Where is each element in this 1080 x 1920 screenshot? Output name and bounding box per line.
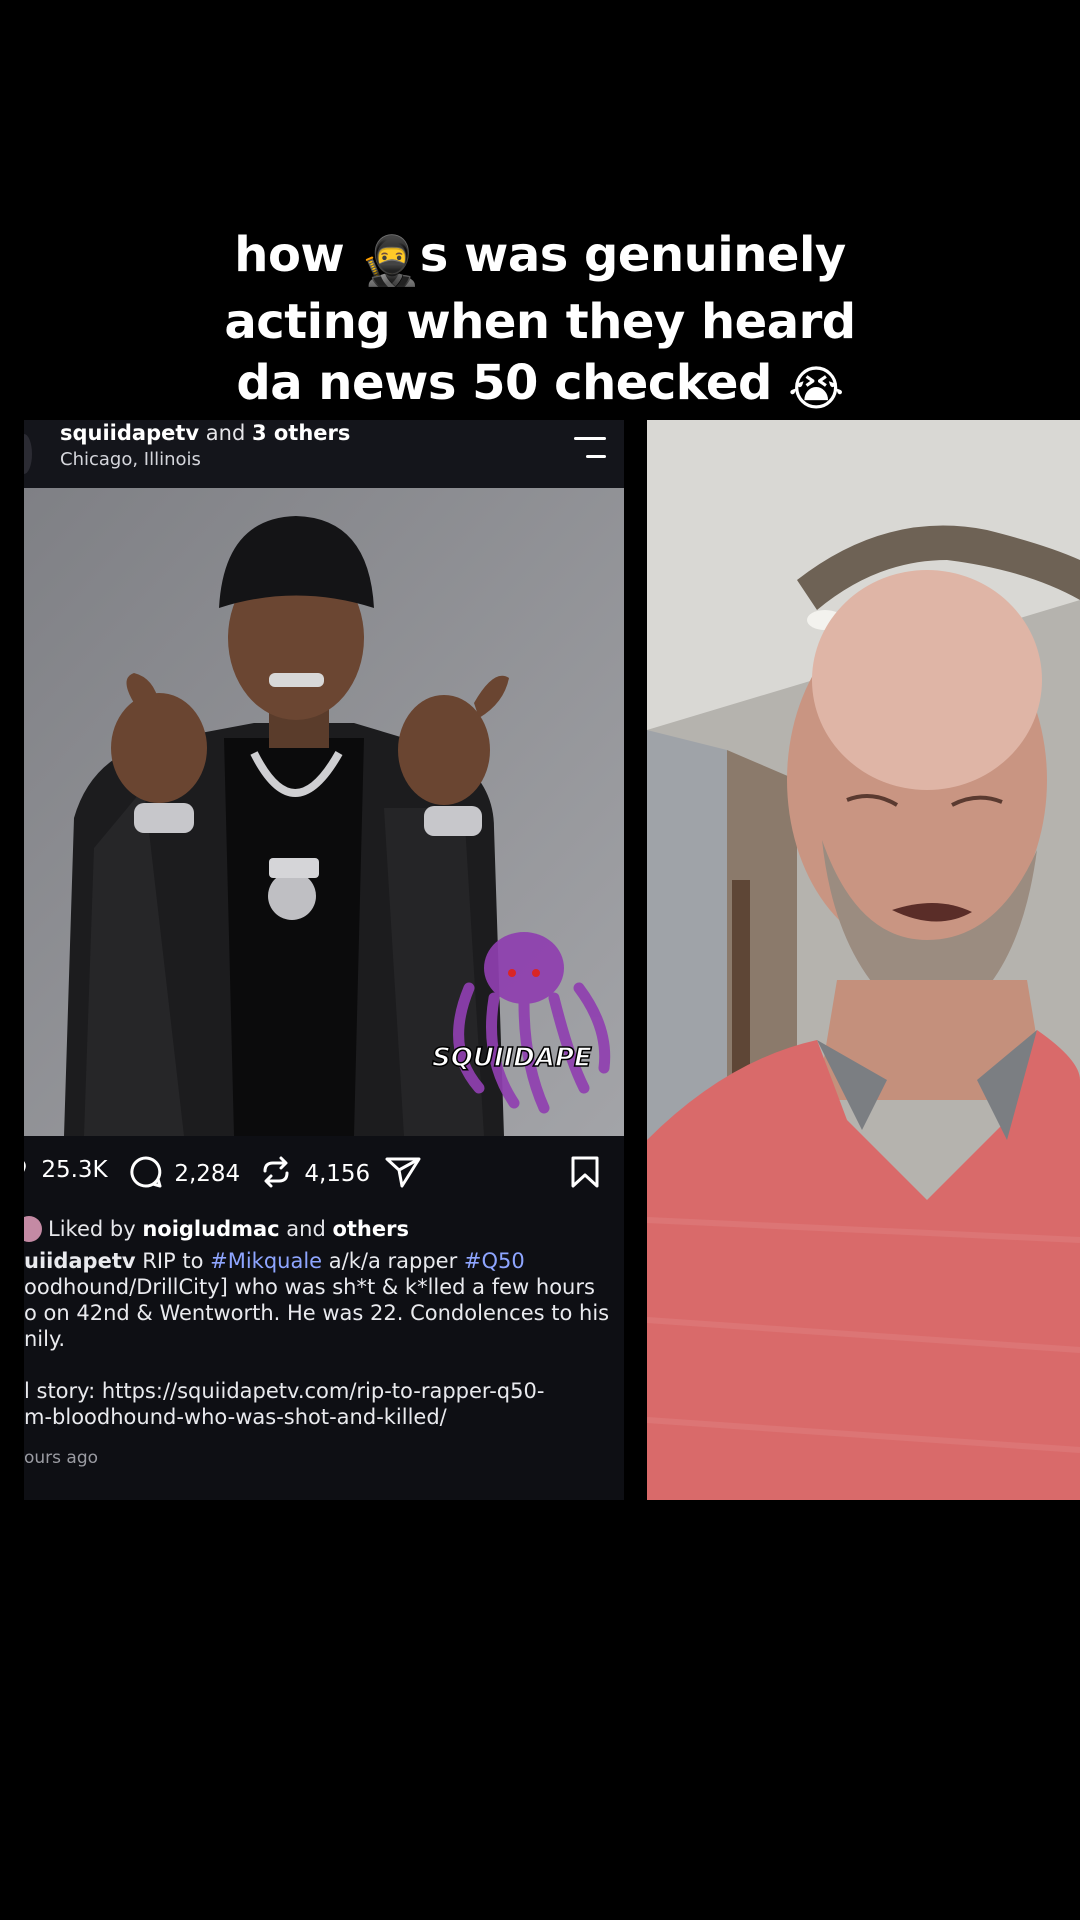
crying-emoji-icon: 😭 [788, 361, 844, 417]
caption-username[interactable]: uiidapetv [24, 1249, 136, 1273]
instagram-post-screenshot: squiidapetv and 3 others Chicago, Illino… [24, 420, 624, 1500]
menu-icon[interactable] [572, 435, 606, 461]
like-action[interactable]: 25.3K [24, 1155, 108, 1183]
post-actions: 25.3K 2,284 4,156 [24, 1140, 624, 1210]
caption-line-1: how 🥷s was genuinely [0, 225, 1080, 292]
avatar[interactable] [24, 434, 32, 474]
post-header: squiidapetv and 3 others Chicago, Illino… [24, 420, 624, 488]
reaction-video-frame[interactable] [647, 420, 1080, 1500]
share-icon[interactable] [384, 1155, 422, 1195]
collaborators[interactable]: 3 others [252, 421, 350, 445]
story-link-cont[interactable]: m-bloodhound-who-was-shot-and-killed/ [24, 1404, 624, 1430]
comment-count: 2,284 [174, 1161, 241, 1187]
caption-line-2: acting when they heard [224, 294, 856, 350]
story-link[interactable]: l story: https://squiidapetv.com/rip-to-… [24, 1378, 624, 1404]
liked-by-line[interactable]: Liked by noigludmac and others [24, 1216, 409, 1242]
liker-avatar [24, 1216, 42, 1242]
bookmark-icon[interactable] [570, 1155, 600, 1195]
repost-icon[interactable] [259, 1155, 293, 1189]
post-photo[interactable]: SQUIIDAPE [24, 488, 624, 1136]
hashtag-q50[interactable]: #Q50 [464, 1249, 525, 1273]
comment-action[interactable]: 2,284 [129, 1155, 240, 1189]
post-caption: uiidapetv RIP to #Mikquale a/k/a rapper … [24, 1248, 624, 1430]
ninja-emoji-icon: 🥷 [360, 233, 420, 289]
hashtag-mikquale[interactable]: #Mikquale [210, 1249, 322, 1273]
heart-icon[interactable] [24, 1155, 30, 1181]
watermark-text: SQUIIDAPE [431, 1042, 592, 1074]
video-caption: how 🥷s was genuinely acting when they he… [0, 225, 1080, 420]
repost-count: 4,156 [304, 1161, 371, 1187]
repost-action[interactable]: 4,156 [259, 1155, 370, 1189]
caption-line-3: da news 50 checked 😭 [0, 353, 1080, 420]
post-author-line[interactable]: squiidapetv and 3 others [60, 421, 350, 445]
post-timestamp: ours ago [24, 1448, 99, 1468]
post-username[interactable]: squiidapetv [60, 421, 199, 445]
like-count: 25.3K [41, 1157, 108, 1183]
post-location[interactable]: Chicago, Illinois [60, 449, 201, 470]
comment-icon[interactable] [129, 1155, 163, 1189]
